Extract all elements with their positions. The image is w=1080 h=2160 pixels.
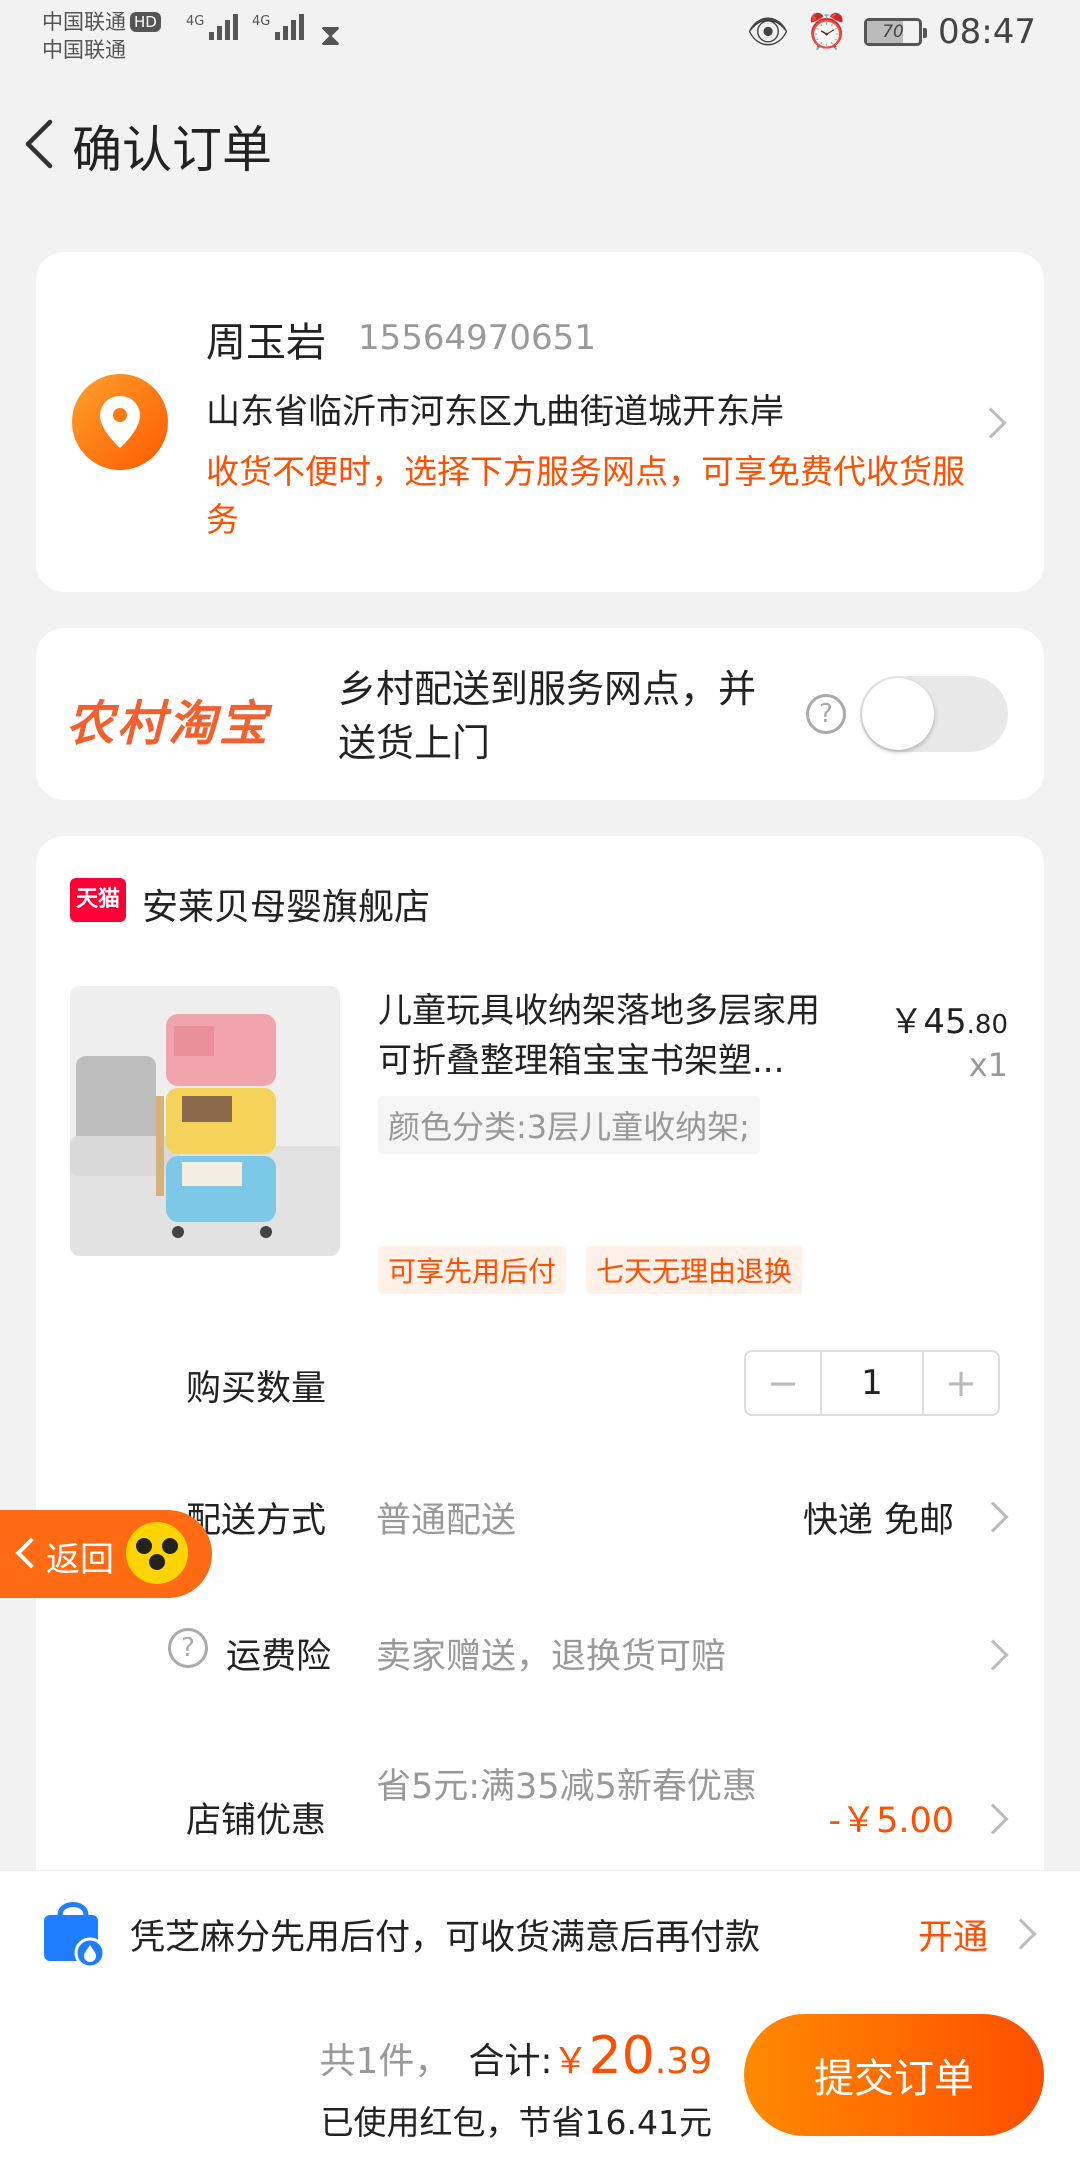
page-title: 确认订单 xyxy=(72,121,272,179)
quantity-minus-button[interactable]: − xyxy=(746,1352,820,1414)
clock: 08:47 xyxy=(938,12,1036,52)
chevron-left-icon xyxy=(15,1537,47,1569)
address-note: 收货不便时，选择下方服务网点，可享免费代收货服务 xyxy=(206,452,965,539)
rural-delivery-toggle[interactable] xyxy=(860,676,1008,752)
quantity-label: 购买数量 xyxy=(186,1369,327,1409)
carrier-2: 中国联通 xyxy=(42,38,126,62)
status-bar: 中国联通 HD 中国联通 4G 4G ⧗ 👁 ⏰ 70 08:47 xyxy=(0,0,1080,70)
red-packet-saving: 已使用红包，节省16.41元 xyxy=(320,2103,712,2142)
receiver-phone: 15564970651 xyxy=(358,318,596,358)
quantity-input[interactable]: 1 xyxy=(820,1352,924,1414)
chevron-right-icon xyxy=(977,1639,1009,1671)
chevron-right-icon xyxy=(1005,1918,1037,1950)
carrier-info: 中国联通 HD 中国联通 xyxy=(42,8,161,64)
total-line: 共1件， 合计:￥20.39 xyxy=(319,2026,713,2086)
battery-icon: 70 xyxy=(864,18,928,46)
rural-delivery-text: 乡村配送到服务网点，并送货上门 xyxy=(338,667,757,765)
product-quantity: x1 xyxy=(968,1046,1008,1084)
product-image[interactable] xyxy=(70,986,340,1256)
receiver-name: 周玉岩 xyxy=(206,320,326,366)
product-title[interactable]: 儿童玩具收纳架落地多层家用可折叠整理箱宝宝书架塑... xyxy=(378,986,848,1086)
seven-day-return-tag: 七天无理由退换 xyxy=(586,1246,803,1294)
zhima-text: 凭芝麻分先用后付，可收货满意后再付款 xyxy=(130,1918,761,1958)
total-label: 合计: xyxy=(468,2041,553,2082)
carrier-1: 中国联通 xyxy=(42,10,126,34)
address-card[interactable]: 周玉岩 15564970651 山东省临沂市河东区九曲街道城开东岸 收货不便时，… xyxy=(36,252,1044,592)
submit-order-button[interactable]: 提交订单 xyxy=(744,2014,1044,2136)
insurance-value[interactable]: 卖家赠送，退换货可赔 xyxy=(376,1628,726,1679)
shop-discount-desc[interactable]: 省5元:满35减5新春优惠 xyxy=(376,1762,776,1812)
product-price: ￥45.80 xyxy=(889,1002,1008,1042)
hd-badge: HD xyxy=(130,12,161,32)
chevron-right-icon xyxy=(975,407,1007,439)
insurance-help-icon[interactable]: ? xyxy=(168,1628,208,1668)
shop-discount-label: 店铺优惠 xyxy=(186,1801,327,1841)
chevron-right-icon xyxy=(977,1501,1009,1533)
shipping-method[interactable]: 快递 免邮 xyxy=(803,1492,954,1543)
quantity-plus-button[interactable]: + xyxy=(924,1352,998,1414)
insurance-label: 运费险 xyxy=(226,1637,332,1677)
tmall-icon: 天猫 xyxy=(70,878,126,922)
shop-discount-amount[interactable]: -￥5.00 xyxy=(828,1792,954,1843)
zhima-credit-bar[interactable]: 凭芝麻分先用后付，可收货满意后再付款 开通 xyxy=(0,1870,1080,1992)
receiver-address: 山东省临沂市河东区九曲街道城开东岸 xyxy=(206,392,784,432)
zhima-open-button[interactable]: 开通 xyxy=(918,1909,988,1960)
chevron-right-icon xyxy=(977,1803,1009,1835)
help-icon[interactable]: ? xyxy=(806,694,846,734)
nav-bar: 确认订单 xyxy=(0,100,1080,190)
bottom-bar: 共1件， 合计:￥20.39 已使用红包，节省16.41元 提交订单 xyxy=(0,1992,1080,2160)
item-count: 共1件， xyxy=(319,2041,451,2082)
quantity-stepper[interactable]: − 1 + xyxy=(744,1350,1000,1416)
order-card: 天猫 安莱贝母婴旗舰店 儿童玩具收纳架落地多层家用可折叠整理箱宝宝书架塑... … xyxy=(36,836,1044,1966)
floating-back-button[interactable]: 返回 xyxy=(0,1510,212,1598)
signal-icon: 4G xyxy=(186,14,239,40)
rural-taobao-logo: 农村淘宝 xyxy=(66,696,271,752)
alarm-icon: ⏰ xyxy=(805,12,849,52)
shopping-bag-icon xyxy=(44,1902,106,1969)
shipping-value[interactable]: 普通配送 xyxy=(376,1492,516,1543)
product-sku: 颜色分类:3层儿童收纳架; xyxy=(378,1096,760,1154)
total-amount: 20 xyxy=(588,2026,655,2086)
back-arrow-icon[interactable] xyxy=(14,114,74,174)
battery-level: 70 xyxy=(882,22,904,42)
signal-icon-2: 4G xyxy=(252,14,305,40)
pay-later-tag: 可享先用后付 xyxy=(378,1246,567,1294)
floating-back-label: 返回 xyxy=(46,1540,114,1580)
eye-comfort-icon: 👁 xyxy=(746,12,790,52)
toggle-knob xyxy=(862,678,934,750)
rural-delivery-card: 农村淘宝 乡村配送到服务网点，并送货上门 ? xyxy=(36,628,1044,800)
shop-name[interactable]: 安莱贝母婴旗舰店 xyxy=(142,878,430,930)
hourglass-icon: ⧗ xyxy=(320,18,342,53)
mascot-icon xyxy=(126,1522,188,1584)
location-pin-icon xyxy=(72,374,168,470)
